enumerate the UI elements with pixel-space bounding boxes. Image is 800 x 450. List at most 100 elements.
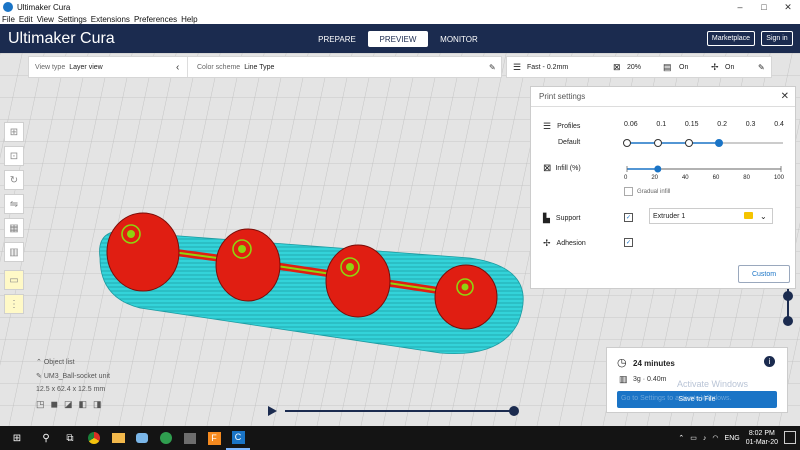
object-list-toggle[interactable]: ⌃ Object list	[36, 358, 110, 366]
tray-chevron-icon[interactable]: ⌃	[678, 434, 684, 442]
per-model-settings-icon[interactable]: ▦	[4, 218, 24, 238]
gradual-infill-row[interactable]: Gradual infill	[624, 187, 670, 196]
system-tray: ⌃ ▭ ♪ ◠ ENG 8:02 PM 01-Mar-20	[678, 426, 778, 450]
menu-settings[interactable]: Settings	[58, 15, 87, 24]
network-icon[interactable]: ▭	[690, 434, 697, 442]
view-type-label: View type	[35, 63, 66, 71]
close-window-button[interactable]: ✕	[776, 0, 800, 14]
green-app-icon[interactable]	[154, 426, 178, 450]
wifi-icon[interactable]: ◠	[712, 434, 718, 442]
cura-taskbar-icon[interactable]: C	[226, 426, 250, 450]
tab-prepare[interactable]: PREPARE	[307, 31, 367, 47]
extruder-value: Extruder 1	[653, 212, 686, 220]
chevron-left-icon[interactable]: ‹	[176, 62, 179, 73]
tool-app-icon[interactable]	[178, 426, 202, 450]
language-indicator[interactable]: ENG	[725, 435, 740, 442]
print-settings-panel: Print settings ✕ ☰ Profiles Default 0.06…	[530, 86, 796, 289]
extruder-color-swatch	[744, 212, 753, 219]
left-toolbar: ⊞ ⊡ ↻ ⇋ ▦ ▥ ▭ ⋮	[4, 122, 26, 318]
left-view-icon[interactable]: ◧	[79, 399, 88, 410]
object-info: ⌃ Object list ✎ UM3_Ball-socket unit 12.…	[36, 358, 110, 416]
custom-settings-button[interactable]: Custom	[738, 265, 790, 283]
infill-summary: 20%	[627, 63, 642, 71]
activate-windows-subtitle: Go to Settings to activate Windows.	[621, 395, 732, 402]
info-icon[interactable]: i	[764, 356, 775, 367]
print-settings-header: Print settings ✕	[531, 87, 795, 107]
file-explorer-icon[interactable]	[106, 426, 130, 450]
menu-view[interactable]: View	[37, 15, 54, 24]
front-view-icon[interactable]: ◼	[51, 399, 58, 410]
stage-tabs: PREPARE PREVIEW MONITOR	[307, 31, 490, 47]
taskbar-clock[interactable]: 8:02 PM 01-Mar-20	[746, 429, 778, 447]
menu-help[interactable]: Help	[181, 15, 197, 24]
menu-file[interactable]: File	[2, 15, 15, 24]
infill-label: Infill (%)	[555, 165, 581, 172]
maximize-button[interactable]: □	[752, 0, 776, 14]
clock-icon: ◷	[617, 357, 627, 369]
view-type-selector[interactable]: View type Layer view	[35, 64, 103, 71]
menu-preferences[interactable]: Preferences	[134, 15, 177, 24]
ball-2	[215, 228, 281, 302]
ball-1	[106, 212, 180, 292]
tab-monitor[interactable]: MONITOR	[429, 31, 489, 47]
profiles-icon: ☰	[543, 121, 552, 131]
volume-icon[interactable]: ♪	[703, 435, 707, 442]
windows-start-icon[interactable]: ⊞	[0, 426, 34, 450]
3d-view-icon[interactable]: ◳	[36, 399, 45, 410]
right-view-icon[interactable]: ◨	[93, 399, 102, 410]
scale-tool-icon[interactable]: ⊡	[4, 146, 24, 166]
material-estimate: 3g · 0.40m	[633, 376, 667, 383]
support-settings-icon: ▙	[543, 213, 550, 223]
custom-tool-icon[interactable]: ▭	[4, 270, 24, 290]
edit-pencil-icon[interactable]: ✎	[489, 63, 496, 72]
notification-icon[interactable]	[784, 431, 796, 444]
layer-height-slider[interactable]	[623, 137, 785, 149]
object-dims: 12.5 x 62.4 x 12.5 mm	[36, 386, 106, 393]
support-checkbox[interactable]: ✓	[624, 213, 633, 222]
infill-tick-labels: 0 20 40 60 80 100	[624, 175, 784, 181]
paint-icon[interactable]	[130, 426, 154, 450]
menu-bar: File Edit View Settings Extensions Prefe…	[0, 14, 800, 24]
clock-date: 01-Mar-20	[745, 439, 778, 446]
profiles-label: Profiles	[557, 123, 581, 130]
rotate-tool-icon[interactable]: ↻	[4, 170, 24, 190]
fusion-app-icon[interactable]: F	[202, 426, 226, 450]
layer-height-tick: 0.15	[684, 121, 699, 128]
adhesion-checkbox[interactable]: ✓	[624, 238, 633, 247]
support-summary: On	[679, 63, 689, 71]
mirror-tool-icon[interactable]: ⇋	[4, 194, 24, 214]
gradual-infill-label: Gradual infill	[637, 188, 671, 195]
window-title: Ultimaker Cura	[17, 2, 71, 12]
edit-print-settings-icon[interactable]: ✎	[758, 63, 765, 72]
color-scheme-selector[interactable]: Color scheme Line Type	[197, 64, 274, 71]
adhesion-icon: ✢	[711, 61, 719, 72]
close-icon[interactable]: ✕	[781, 91, 789, 102]
layer-height-tick: 0.06	[624, 121, 638, 128]
top-view-icon[interactable]: ◪	[64, 399, 73, 410]
infill-slider[interactable]	[624, 163, 784, 175]
color-scheme-value: Line Type	[244, 63, 275, 71]
support-blocker-icon[interactable]: ▥	[4, 242, 24, 262]
layer-height-tick: 0.2	[717, 121, 727, 128]
layer-playback-slider[interactable]	[265, 404, 520, 418]
task-view-icon[interactable]: ⧉	[58, 426, 82, 450]
menu-edit[interactable]: Edit	[19, 15, 33, 24]
camera-view-buttons: ◳ ◼ ◪ ◧ ◨	[36, 399, 110, 410]
menu-extensions[interactable]: Extensions	[91, 15, 130, 24]
minimize-button[interactable]: –	[728, 0, 752, 14]
app-logo: Ultimaker Cura	[8, 30, 115, 47]
chrome-icon[interactable]	[82, 426, 106, 450]
tab-preview[interactable]: PREVIEW	[368, 31, 428, 47]
custom-tool-2-icon[interactable]: ⋮	[4, 294, 24, 314]
marketplace-button[interactable]: Marketplace	[707, 31, 755, 46]
infill-row: ⊠ Infill (%)	[543, 163, 581, 174]
sign-in-button[interactable]: Sign in	[761, 31, 793, 46]
move-tool-icon[interactable]: ⊞	[4, 122, 24, 142]
infill-settings-icon: ⊠	[543, 163, 552, 174]
search-icon[interactable]: ⚲	[34, 426, 58, 450]
gradual-infill-checkbox[interactable]	[624, 187, 633, 196]
cura-app-icon	[3, 2, 13, 12]
print-setup-bar[interactable]: ☰ Fast - 0.2mm ⊠ 20% ▤ On ✢ On ✎	[506, 56, 772, 78]
adhesion-summary: On	[725, 63, 735, 71]
extruder-select[interactable]: Extruder 1 ⌄	[649, 208, 773, 224]
